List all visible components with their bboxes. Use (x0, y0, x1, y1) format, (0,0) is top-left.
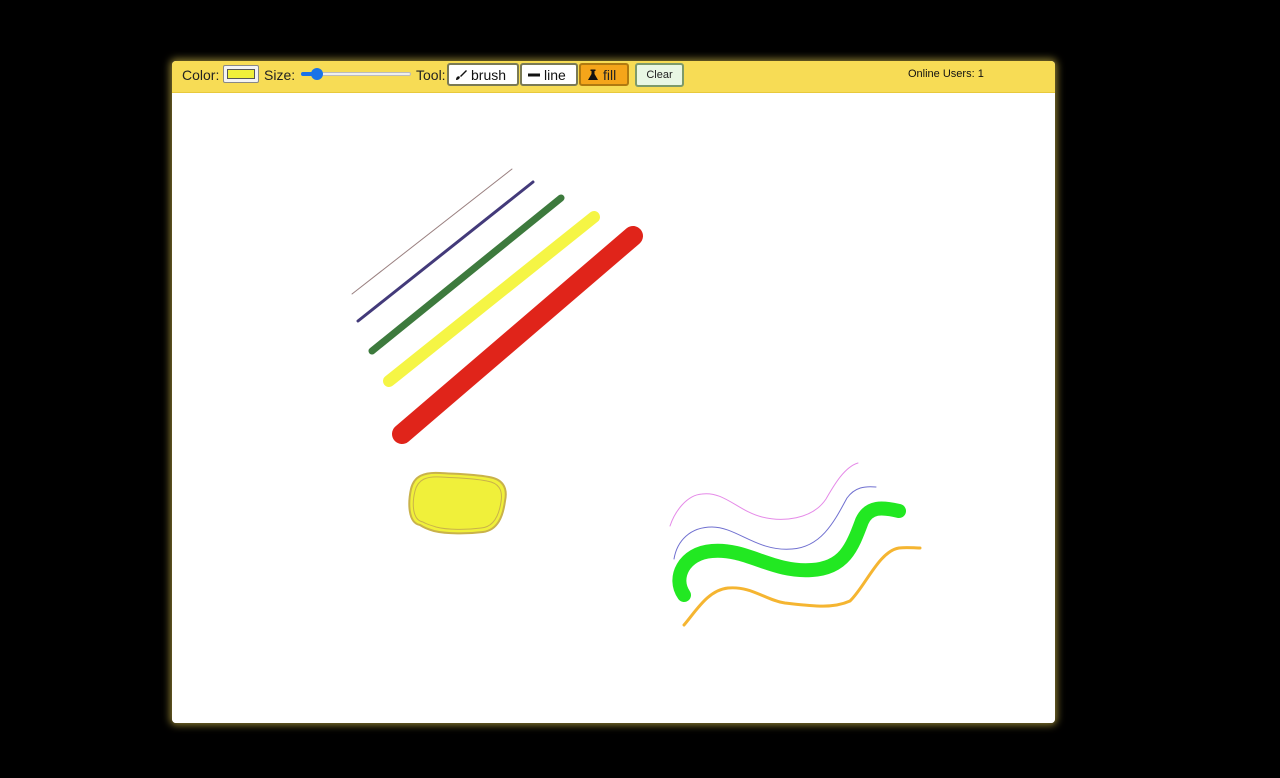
fill-tool-button[interactable]: fill (579, 63, 629, 86)
size-slider-thumb[interactable] (310, 68, 323, 80)
drawing-canvas[interactable] (172, 93, 1055, 723)
brush-tool-label: brush (471, 66, 507, 83)
flask-icon (588, 69, 598, 80)
drawing-app-window: Color: Size: Tool: brush line fill Clear… (172, 61, 1055, 723)
size-slider[interactable] (301, 65, 411, 83)
line-tool-label: line (544, 66, 566, 83)
line-tool-button[interactable]: line (520, 63, 578, 86)
color-label: Color: (182, 67, 220, 83)
color-swatch-fill (227, 69, 255, 79)
stroke-thin-brown-line (351, 168, 513, 295)
stroke-pink-wave (669, 462, 859, 527)
size-label: Size: (264, 67, 296, 83)
online-users-count: Online Users: 1 (908, 68, 984, 80)
brush-tool-button[interactable]: brush (447, 63, 519, 86)
clear-button[interactable]: Clear (635, 63, 684, 87)
line-icon (528, 73, 540, 76)
brush-icon (456, 69, 467, 80)
toolbar: Color: Size: Tool: brush line fill Clear… (172, 61, 1055, 93)
tool-label: Tool: (416, 67, 446, 83)
fill-tool-label: fill (603, 66, 617, 83)
color-picker[interactable] (223, 65, 259, 83)
stroke-orange-wave (682, 546, 922, 627)
stroke-red-line (392, 226, 643, 444)
stroke-navy-line (356, 180, 535, 323)
